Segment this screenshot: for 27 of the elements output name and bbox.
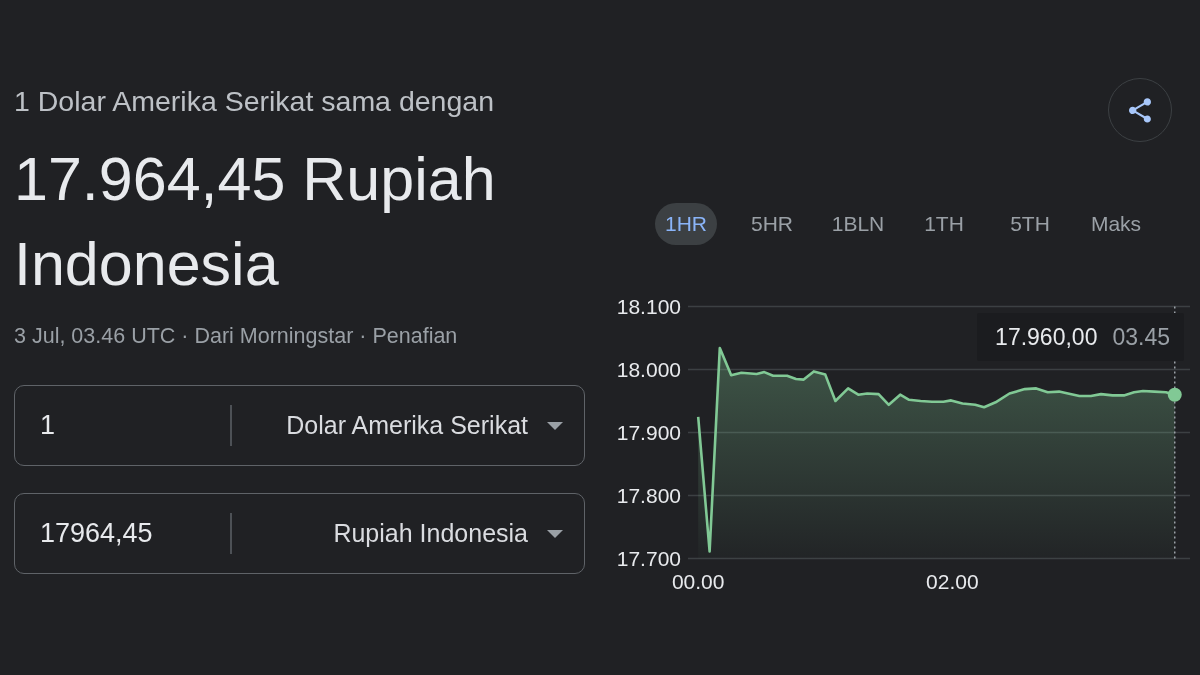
update-info: 3 Jul, 03.46 UTC · Dari Morningstar · Penafian — [14, 323, 459, 349]
y-axis-label: 17.800 — [616, 483, 681, 507]
time-range-tab[interactable]: 5TH — [1000, 203, 1060, 245]
time-range-tab[interactable]: Maks — [1080, 203, 1152, 245]
time-range-tab[interactable]: 1BLN — [821, 203, 895, 245]
tooltip-time: 03.45 — [1112, 323, 1170, 351]
y-axis-label: 17.700 — [616, 546, 681, 570]
share-icon — [1129, 97, 1151, 123]
currency-amount-field[interactable]: 1 Dolar Amerika Serikat — [14, 385, 585, 466]
caret-icon — [547, 421, 563, 430]
y-axis-label: 17.900 — [616, 421, 681, 444]
x-axis-label: 02.00 — [926, 570, 979, 593]
x-axis-label: 00.00 — [671, 570, 725, 593]
time-range-tab[interactable]: 1TH — [914, 203, 974, 245]
y-axis-label: 18.000 — [616, 358, 681, 382]
currency-dropdown[interactable]: Dolar Amerika Serikat — [231, 395, 584, 456]
time-range-tab[interactable]: 1HR — [655, 203, 717, 245]
time-range-tab[interactable]: 5HR — [741, 203, 803, 245]
tooltip-value: 17.960,00 — [995, 323, 1098, 351]
y-axis-label: 18.100 — [616, 295, 681, 319]
currency-amount-field[interactable]: 17964,45 Rupiah Indonesia — [14, 493, 585, 574]
conversion-subtitle: 1 Dolar Amerika Serikat sama dengan — [14, 84, 495, 118]
conversion-result: 17.964,45 Rupiah Indonesia — [14, 144, 497, 300]
caret-icon — [547, 529, 563, 538]
currency-dropdown[interactable]: Rupiah Indonesia — [231, 503, 584, 564]
current-point-marker — [1167, 387, 1182, 402]
disclaimer-link[interactable]: Penafian — [372, 324, 458, 348]
